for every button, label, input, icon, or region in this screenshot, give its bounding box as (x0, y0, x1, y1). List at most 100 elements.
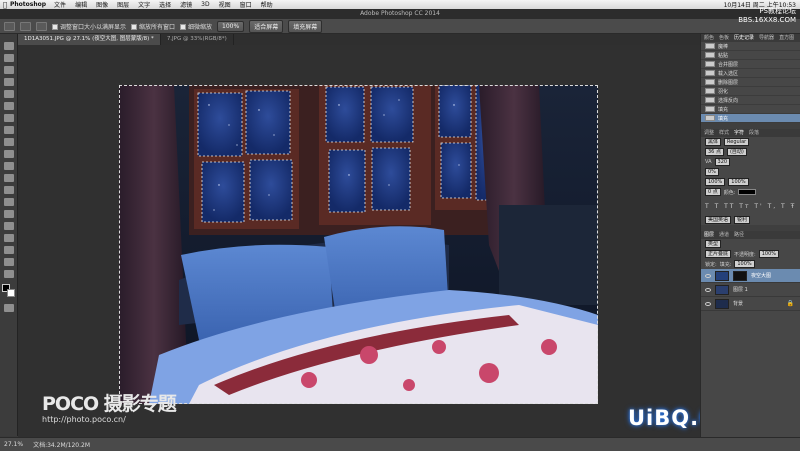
menu-layer[interactable]: 图层 (117, 0, 129, 9)
tab-channels[interactable]: 通道 (719, 231, 729, 239)
type-tool-icon[interactable] (4, 222, 14, 230)
zoom-level[interactable]: 27.1% (4, 441, 23, 448)
language-select[interactable]: 美国英语 (705, 216, 732, 224)
zoom-out-icon[interactable] (36, 21, 47, 31)
checkbox-icon[interactable] (131, 24, 138, 30)
lasso-tool-icon[interactable] (4, 66, 14, 74)
text-color-swatch[interactable] (738, 189, 757, 195)
tab-color[interactable]: 颜色 (704, 34, 714, 42)
marquee-tool-icon[interactable] (4, 54, 14, 62)
faux-style-icons[interactable]: T T TT Tт T' T, T Ŧ (705, 203, 796, 210)
fill-field[interactable]: 100% (734, 260, 755, 268)
clone-stamp-tool-icon[interactable] (4, 138, 14, 146)
fit-screen-button[interactable]: 适合屏幕 (249, 19, 284, 33)
shape-tool-icon[interactable] (4, 246, 14, 254)
visibility-eye-icon[interactable] (705, 301, 711, 306)
eyedropper-tool-icon[interactable] (4, 102, 14, 110)
history-item[interactable]: 选择反向 (701, 96, 800, 105)
menu-edit[interactable]: 编辑 (75, 0, 87, 9)
layer-name[interactable]: 图层 1 (733, 286, 748, 293)
history-item-selected[interactable]: 填充 (701, 114, 800, 123)
tracking-field[interactable]: 320 (714, 158, 731, 166)
tab-document-2[interactable]: 7.JPG @ 33%(RGB/8*) (161, 34, 234, 45)
menu-view[interactable]: 视图 (219, 0, 231, 9)
tab-character[interactable]: 字符 (734, 129, 744, 137)
tab-navigator[interactable]: 导航器 (759, 34, 774, 42)
tab-layers[interactable]: 图层 (704, 231, 714, 239)
history-item[interactable]: 合并图层 (701, 60, 800, 69)
menu-filter[interactable]: 滤镜 (180, 0, 192, 9)
menu-help[interactable]: 帮助 (261, 0, 273, 9)
menu-select[interactable]: 选择 (159, 0, 171, 9)
zoom-tool-icon[interactable] (4, 270, 14, 278)
history-item[interactable]: 载入选区 (701, 69, 800, 78)
pen-tool-icon[interactable] (4, 210, 14, 218)
menu-window[interactable]: 窗口 (240, 0, 252, 9)
font-family-select[interactable]: 黑体 (705, 138, 722, 146)
brush-tool-icon[interactable] (4, 126, 14, 134)
eraser-tool-icon[interactable] (4, 162, 14, 170)
gradient-tool-icon[interactable] (4, 174, 14, 182)
resize-windows-option[interactable]: 调整窗口大小以满屏显示 (52, 22, 126, 31)
layer-name[interactable]: 背景 (733, 300, 743, 307)
tsume-field[interactable]: 0% (705, 168, 719, 176)
layer-kind-select[interactable]: 类型 (705, 240, 722, 248)
layer-row[interactable]: 夜空大图 (701, 269, 800, 283)
history-item[interactable]: 删除图层 (701, 78, 800, 87)
tab-history[interactable]: 历史记录 (734, 34, 754, 42)
background-color-swatch[interactable] (7, 289, 15, 297)
tab-paragraph[interactable]: 段落 (749, 129, 759, 137)
menu-file[interactable]: 文件 (54, 0, 66, 9)
menu-image[interactable]: 图像 (96, 0, 108, 9)
hand-tool-icon[interactable] (4, 258, 14, 266)
history-item[interactable]: 羽化 (701, 87, 800, 96)
tab-adjustments[interactable]: 调整 (704, 129, 714, 137)
layer-row[interactable]: 背景 🔒 (701, 297, 800, 311)
baseline-shift-field[interactable]: 0 点 (705, 188, 721, 196)
move-tool-icon[interactable] (4, 42, 14, 50)
font-size-field[interactable]: 36 点 (705, 148, 724, 156)
history-item[interactable]: 填充 (701, 105, 800, 114)
leading-field[interactable]: (自动) (726, 148, 747, 156)
tab-document-1[interactable]: 1D1A3051.JPG @ 27.1% (夜空大图, 图层蒙版/8) * (18, 34, 161, 45)
menu-3d[interactable]: 3D (201, 1, 209, 8)
zoom-100-button[interactable]: 100% (217, 20, 245, 32)
zoom-tool-icon[interactable] (4, 21, 15, 31)
visibility-eye-icon[interactable] (705, 273, 711, 278)
zoom-all-windows-option[interactable]: 缩放所有窗口 (131, 22, 175, 31)
blend-mode-select[interactable]: 正片叠底 (705, 250, 732, 258)
layer-mask-thumbnail[interactable] (733, 270, 747, 281)
fill-screen-button[interactable]: 填充屏幕 (288, 19, 323, 33)
apple-icon[interactable]:  (0, 1, 10, 9)
blur-tool-icon[interactable] (4, 186, 14, 194)
tab-paths[interactable]: 路径 (734, 231, 744, 239)
tab-histogram[interactable]: 直方图 (779, 34, 794, 42)
font-style-select[interactable]: Regular (724, 138, 750, 146)
tab-swatches[interactable]: 色板 (719, 34, 729, 42)
history-item[interactable]: 粘贴 (701, 51, 800, 60)
history-item-label: 粘贴 (718, 52, 729, 59)
visibility-eye-icon[interactable] (705, 287, 711, 292)
tab-styles[interactable]: 样式 (719, 129, 729, 137)
crop-tool-icon[interactable] (4, 90, 14, 98)
magic-wand-tool-icon[interactable] (4, 78, 14, 86)
history-brush-tool-icon[interactable] (4, 150, 14, 158)
vertical-scale-field[interactable]: 100% (705, 178, 726, 186)
opacity-field[interactable]: 100% (758, 250, 779, 258)
document-image[interactable] (119, 85, 598, 404)
healing-tool-icon[interactable] (4, 114, 14, 122)
app-menu[interactable]: Photoshop (10, 1, 46, 8)
scrubby-zoom-option[interactable]: 细微缩放 (180, 22, 212, 31)
menu-type[interactable]: 文字 (138, 0, 150, 9)
path-selection-tool-icon[interactable] (4, 234, 14, 242)
layer-row[interactable]: 图层 1 (701, 283, 800, 297)
checkbox-icon[interactable] (180, 24, 187, 30)
layer-name[interactable]: 夜空大图 (751, 272, 771, 279)
history-item[interactable]: 魔棒 (701, 42, 800, 51)
dodge-tool-icon[interactable] (4, 198, 14, 206)
horizontal-scale-field[interactable]: 100% (728, 178, 749, 186)
checkbox-icon[interactable] (52, 24, 58, 30)
antialias-select[interactable]: 锐利 (734, 216, 751, 224)
zoom-in-icon[interactable] (20, 21, 31, 31)
quick-mask-icon[interactable] (4, 304, 14, 312)
